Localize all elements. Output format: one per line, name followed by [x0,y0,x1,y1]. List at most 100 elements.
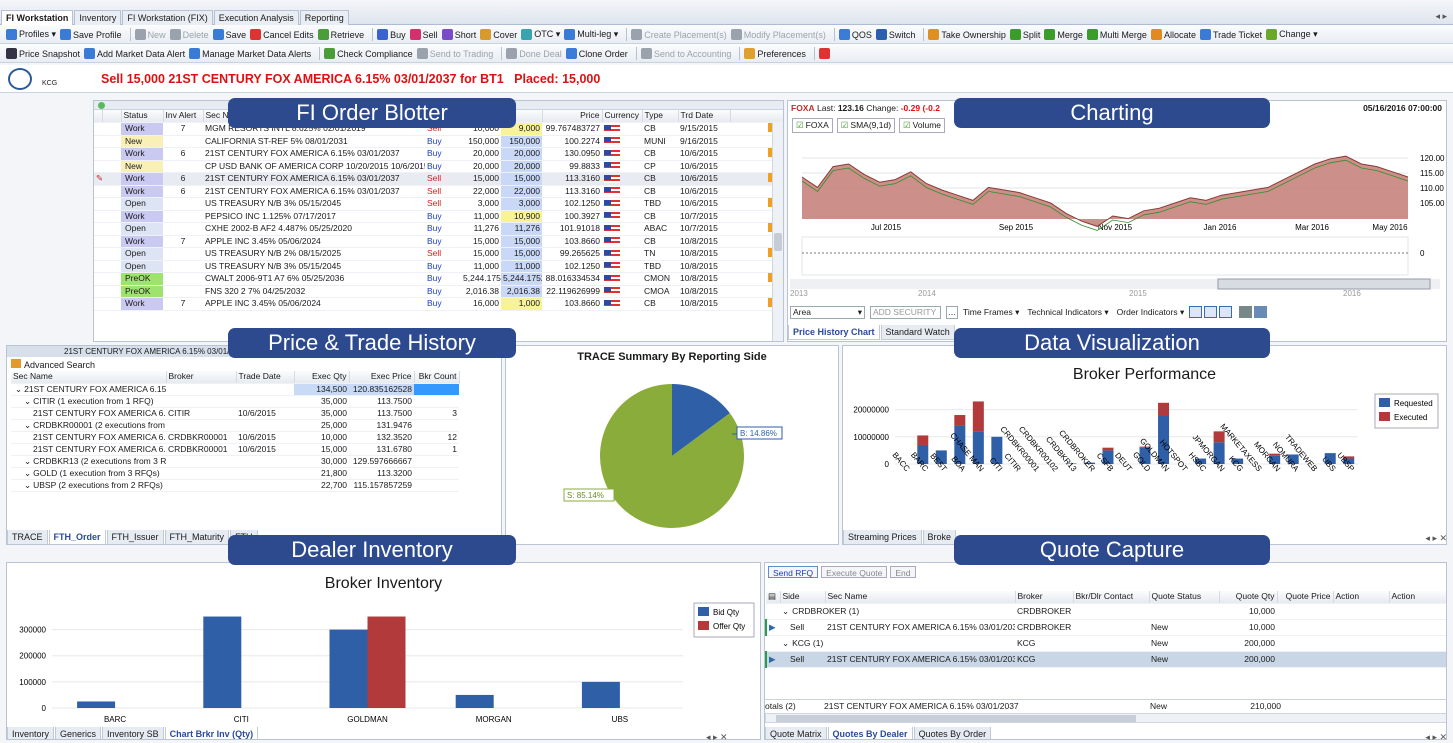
quote-contact[interactable] [1073,651,1149,668]
quote-action[interactable] [1333,651,1389,668]
history-col-header[interactable]: Sec Name [11,371,167,384]
advanced-search-link[interactable]: Advanced Search [7,357,501,371]
tab-price-history-chart[interactable]: Price History Chart [788,325,880,340]
tab-fth-order[interactable]: FTH_Order [48,530,106,544]
tab-chart-brkr-inv-qty[interactable]: Chart Brkr Inv (Qty) [164,727,259,739]
blotter-row[interactable]: PreOK CWALT 2006-9T1 A7 6% 05/25/2036 Buy 5… [94,272,783,286]
end-button[interactable]: End [890,566,916,578]
split-button[interactable]: Split [1009,25,1045,43]
multi-merge-button[interactable]: Multi Merge [1086,25,1151,43]
send-accounting-button[interactable]: Send to Accounting [640,44,736,62]
send-rfq-button[interactable]: Send RFQ [768,566,819,578]
quote-col-header[interactable]: Broker [1015,591,1074,604]
history-row[interactable]: 21ST CENTURY FOX AMERICA 6.15 CITIR 10/6/2… [11,407,459,420]
blotter-row[interactable]: Work 7 APPLE INC 3.45% 05/06/2024 Buy 15,000… [94,235,783,248]
bar-bid-qty-ubs[interactable] [581,681,620,708]
retrieve-button[interactable]: Retrieve [317,25,369,43]
merge-button[interactable]: Merge [1044,25,1087,43]
bar-executed-csfb[interactable] [1102,447,1114,451]
list-view-icon[interactable] [1219,306,1233,318]
history-col-header[interactable]: Exec Price [349,371,415,384]
quote-col-header[interactable]: Action [1333,591,1390,604]
preferences-button[interactable]: Preferences [744,44,810,62]
tab-fth-maturity[interactable]: FTH_Maturity [164,530,230,544]
print-icon[interactable] [1239,306,1253,318]
blotter-col-header[interactable]: Status [121,110,164,123]
save-button[interactable]: Save [212,25,251,43]
blotter-row[interactable]: Work 6 21ST CENTURY FOX AMERICA 6.15% 03/0… [94,185,783,198]
otc-button[interactable]: OTC ▾ [521,25,564,43]
buy-button[interactable]: Buy [377,25,410,43]
change-button[interactable]: Change ▾ [1266,25,1322,43]
history-row[interactable]: ⌄ GOLD (1 execution from 3 RFQs) 21,800 113… [11,467,459,480]
blotter-col-header[interactable]: Price [542,110,603,123]
split-view-icon[interactable] [1204,306,1218,318]
new-button[interactable]: New [134,25,170,43]
grid-view-icon[interactable] [1189,306,1203,318]
bar-bid-qty-goldman[interactable] [329,629,368,708]
take-ownership-button[interactable]: Take Ownership [928,25,1010,43]
menu-technical-indicators[interactable]: Technical Indicators ▾ [1027,307,1108,318]
expand-chevron-icon[interactable]: ⌄ [782,606,789,616]
quote-group-row[interactable]: ⌄ CRDBROKER (1) CRDBROKER 10,000 [766,603,1446,620]
history-row[interactable]: ⌄ UBSP (2 executions from 2 RFQs) 22,700 11… [11,479,459,492]
tab-generics[interactable]: Generics [55,727,102,739]
quote-row[interactable]: ▶ Sell 21ST CENTURY FOX AMERICA 6.15% 03/0… [765,619,1446,636]
quote-action[interactable] [1389,603,1446,620]
navigator-handle[interactable] [1217,278,1431,290]
create-placement-button[interactable]: Create Placement(s) [631,25,731,43]
blotter-col-header[interactable]: Currency [602,110,643,123]
tab-fi-workstation[interactable]: FI Workstation [1,10,74,25]
quote-col-header[interactable]: Sec Name [825,591,1016,604]
history-col-header[interactable]: Trade Date [236,371,295,384]
delete-button[interactable]: Delete [169,25,213,43]
trade-ticket-button[interactable]: Trade Ticket [1199,25,1266,43]
quote-col-menu[interactable]: ▤ [766,591,781,604]
blotter-row[interactable]: New CP USD BANK OF AMERICA CORP 10/20/201… [94,160,783,173]
manage-alerts-button[interactable]: Manage Market Data Alerts [189,44,315,62]
sell-button[interactable]: Sell [409,25,442,43]
quote-col-header[interactable]: Quote Status [1149,591,1220,604]
expand-chevron-icon[interactable]: ⌄ [782,638,789,648]
tab-scroll-arrows[interactable]: ◂ ▸ [1435,11,1447,22]
quote-col-header[interactable]: Quote Price [1277,591,1334,604]
tab-trace[interactable]: TRACE [7,530,48,544]
quote-action[interactable] [1333,619,1389,636]
blotter-row[interactable]: ✎ Work621ST CENTURY FOX AMERICA 6.15% 03/… [94,172,783,186]
history-row[interactable]: 21ST CENTURY FOX AMERICA 6.15 CRDBKR00001… [11,431,459,444]
expand-chevron-icon[interactable]: ⌄ [24,456,31,466]
quote-col-header[interactable]: Side [780,591,826,604]
quote-col-header[interactable]: Action [1389,591,1446,604]
done-deal-button[interactable]: Done Deal [506,44,566,62]
bar-bid-qty-morgan[interactable] [455,694,494,708]
chart-type-select[interactable]: Area ▾ [790,305,865,319]
quote-contact[interactable] [1073,619,1149,636]
add-security-browse-button[interactable]: … [946,305,958,319]
tab-fi-workstation-fix[interactable]: FI Workstation (FIX) [122,10,213,25]
blotter-col-header[interactable]: Trd Date [678,110,731,123]
history-row[interactable]: ⌄21ST CENTURY FOX AMERICA 6.15% 03/01/20… [11,383,459,396]
export-icon[interactable] [1254,306,1268,318]
check-button[interactable]: Check Compliance [324,44,417,62]
quote-col-header[interactable]: Bkr/Dlr Contact [1073,591,1150,604]
history-col-header[interactable]: Broker [166,371,237,384]
clone-order-button[interactable]: Clone Order [565,44,632,62]
blotter-row[interactable]: Open US TREASURY N/B 2% 08/15/2025 Sell 15,… [94,247,783,261]
blotter-col-header[interactable] [102,110,122,123]
quote-action[interactable] [1389,651,1446,668]
blotter-col-header[interactable] [94,110,103,123]
inventory-panel-controls[interactable]: ◂ ▸ ✕ [706,732,728,743]
history-row[interactable]: 21ST CENTURY FOX AMERICA 6.15 CRDBKR00001… [11,443,459,456]
multi-leg-button[interactable]: Multi-leg ▾ [564,25,622,43]
bar-executed-goldman[interactable] [1158,402,1170,416]
blotter-row[interactable]: Work 7 APPLE INC 3.45% 05/06/2024 Buy 16,000… [94,297,783,311]
bar-bid-qty-citi[interactable] [203,616,242,708]
bar-executed-barc[interactable] [917,435,929,445]
quote-action[interactable] [1333,603,1389,620]
blotter-row[interactable]: PreOK FNS 320 2 7% 04/25/2032 Buy 2,016.38 2… [94,285,783,298]
quote-col-header[interactable]: Quote Qty [1219,591,1278,604]
blotter-row[interactable]: New CALIFORNIA ST-REF 5% 08/01/2031 Buy 150… [94,135,783,148]
quote-action[interactable] [1389,635,1446,652]
switch-button[interactable]: Switch [875,25,920,43]
quote-contact[interactable] [1073,603,1149,620]
